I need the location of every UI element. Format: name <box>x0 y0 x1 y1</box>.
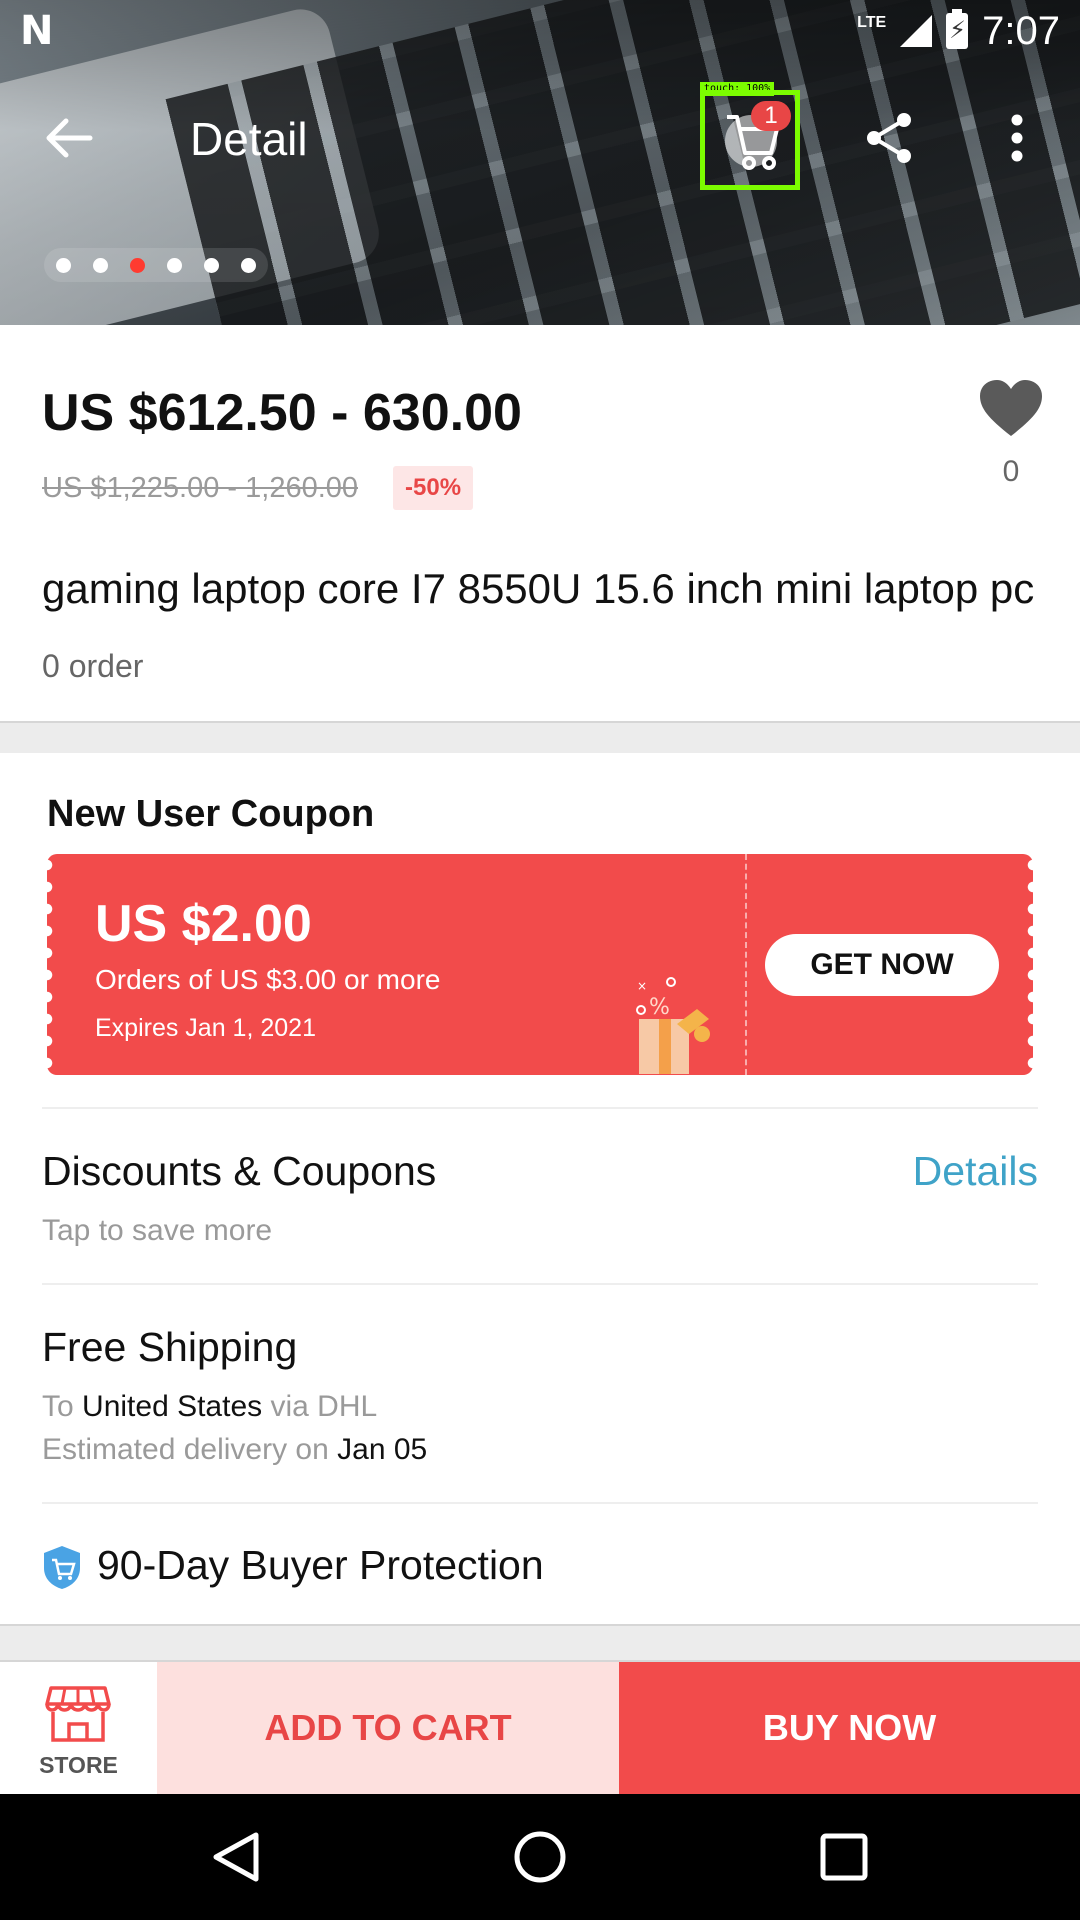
battery-icon: ⚡ <box>946 9 969 49</box>
carousel-indicator <box>44 248 268 282</box>
product-title: gaming laptop core I7 8550U 15.6 inch mi… <box>42 565 1035 612</box>
coupon-condition: Orders of US $3.00 or more <box>95 964 441 995</box>
buyer-protection[interactable]: 90-Day Buyer Protection <box>97 1542 544 1589</box>
coupon-heading: New User Coupon <box>47 793 375 835</box>
status-time: 7:07 <box>982 8 1060 53</box>
coupon-amount: US $2.00 <box>95 895 312 953</box>
back-arrow-icon[interactable] <box>38 108 98 168</box>
buy-now-button[interactable]: BUY NOW <box>619 1662 1080 1794</box>
store-label: STORE <box>39 1752 118 1778</box>
delivery-date: Jan 05 <box>337 1433 428 1466</box>
svg-text:%: % <box>649 995 670 1020</box>
notification-n-icon: N <box>20 8 54 54</box>
toolbar: Detail touch: 100% 1 <box>0 80 1080 196</box>
share-icon[interactable] <box>860 108 920 168</box>
bottom-action-bar: STORE ADD TO CART BUY NOW <box>0 1660 1080 1794</box>
new-user-coupon: US $2.00 Orders of US $3.00 or more Expi… <box>41 854 1039 1075</box>
carousel-dot <box>167 257 182 273</box>
discount-badge: -50% <box>393 466 474 510</box>
shipping-country: United States <box>82 1390 263 1423</box>
order-count: 0 order <box>42 648 144 684</box>
network-type: LTE <box>857 14 887 31</box>
original-price: US $1,225.00 - 1,260.00 <box>42 472 359 504</box>
cart-button[interactable]: 1 <box>700 90 800 190</box>
system-navigation-bar <box>0 1794 1080 1920</box>
coupon-expiry: Expires Jan 1, 2021 <box>95 1014 316 1042</box>
svg-text:×: × <box>637 979 647 993</box>
shipping-title[interactable]: Free Shipping <box>42 1324 297 1371</box>
get-now-button[interactable]: GET NOW <box>765 934 999 996</box>
nav-back-icon[interactable] <box>206 1827 266 1887</box>
carousel-dot <box>56 257 71 273</box>
wishlist-count: 0 <box>1002 455 1020 488</box>
page-title: Detail <box>190 113 308 165</box>
carousel-dot <box>204 257 219 273</box>
signal-icon <box>900 15 933 47</box>
product-image-carousel[interactable]: N LTE ⚡ 7:07 Detail touch: 100% 1 <box>0 0 1080 325</box>
discounts-subtitle: Tap to save more <box>42 1214 273 1247</box>
carousel-dot <box>93 257 108 273</box>
status-bar: N LTE ⚡ 7:07 <box>0 0 1080 62</box>
wishlist-heart-icon[interactable] <box>978 378 1044 438</box>
more-options-icon[interactable] <box>992 108 1042 168</box>
carousel-dot <box>241 257 256 273</box>
discounts-title[interactable]: Discounts & Coupons <box>42 1148 436 1195</box>
carousel-dot <box>130 257 145 273</box>
nav-home-icon[interactable] <box>510 1827 570 1887</box>
coupon-details: US $2.00 Orders of US $3.00 or more Expi… <box>41 854 745 1075</box>
gift-icon: % × <box>636 977 710 1074</box>
store-button[interactable]: STORE <box>0 1662 157 1794</box>
section-separator <box>0 721 1080 753</box>
shipping-estimate: Estimated delivery on Jan 05 <box>42 1433 428 1466</box>
details-link[interactable]: Details <box>913 1148 1038 1195</box>
add-to-cart-button[interactable]: ADD TO CART <box>157 1662 619 1794</box>
nav-recents-icon[interactable] <box>814 1827 874 1887</box>
coupon-action: GET NOW <box>747 854 1039 1075</box>
shipping-destination: To United States via DHL <box>42 1390 378 1423</box>
store-icon <box>45 1686 111 1742</box>
shield-icon <box>44 1546 80 1589</box>
price-range: US $612.50 - 630.00 <box>42 384 522 442</box>
cart-count-badge: 1 <box>751 101 791 131</box>
